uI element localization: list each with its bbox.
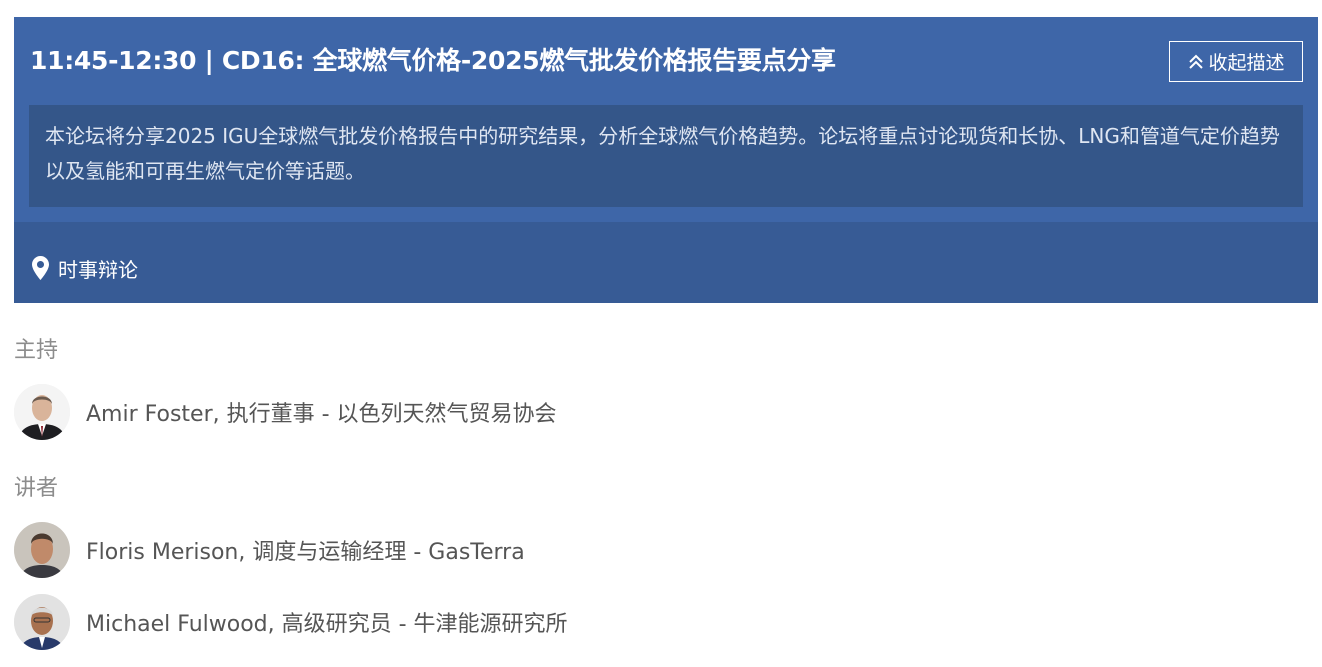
avatar	[14, 594, 70, 650]
speaker-name: Michael Fulwood, 高级研究员 - 牛津能源研究所	[86, 612, 568, 637]
speakers-heading: 讲者	[14, 476, 59, 501]
avatar	[14, 522, 70, 578]
chevron-up-icon	[1187, 53, 1205, 71]
description-text: 本论坛将分享2025 IGU全球燃气批发价格报告中的研究结果，分析全球燃气价格趋…	[45, 124, 1280, 183]
location-label: 时事辩论	[58, 258, 138, 282]
speaker-name: Floris Merison, 调度与运输经理 - GasTerra	[86, 540, 525, 565]
collapse-button-label: 收起描述	[1208, 52, 1285, 74]
location-bar: 时事辩论	[14, 222, 1318, 303]
session-header: 11:45-12:30 | CD16: 全球燃气价格-2025燃气批发价格报告要…	[14, 17, 1318, 105]
moderator-name: Amir Foster, 执行董事 - 以色列天然气贸易协会	[86, 402, 557, 427]
map-pin-icon	[32, 256, 49, 284]
collapse-description-button[interactable]: 收起描述	[1169, 41, 1303, 82]
moderator-item[interactable]: Amir Foster, 执行董事 - 以色列天然气贸易协会	[14, 383, 557, 441]
session-card: 11:45-12:30 | CD16: 全球燃气价格-2025燃气批发价格报告要…	[14, 17, 1318, 303]
speaker-item[interactable]: Floris Merison, 调度与运输经理 - GasTerra	[14, 521, 525, 579]
avatar	[14, 384, 70, 440]
moderators-heading: 主持	[14, 338, 59, 363]
speaker-item[interactable]: Michael Fulwood, 高级研究员 - 牛津能源研究所	[14, 593, 568, 651]
session-title: 11:45-12:30 | CD16: 全球燃气价格-2025燃气批发价格报告要…	[30, 46, 836, 75]
session-description: 本论坛将分享2025 IGU全球燃气批发价格报告中的研究结果，分析全球燃气价格趋…	[29, 105, 1303, 207]
